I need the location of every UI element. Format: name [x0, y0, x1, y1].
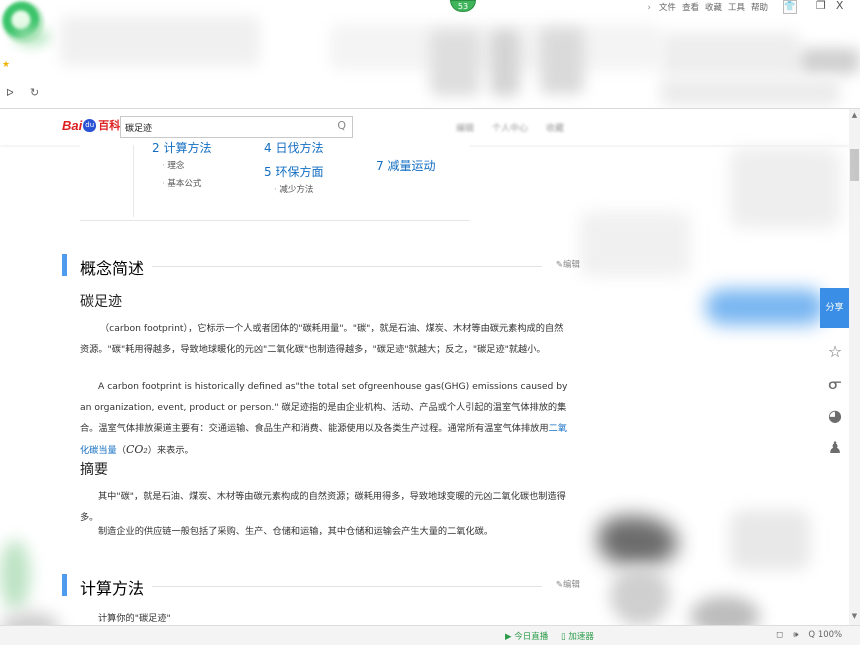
qq-icon[interactable]: ♟: [824, 437, 846, 459]
skin-icon[interactable]: 👕: [783, 0, 797, 14]
paragraph-concept-2-tail: ）来表示。: [147, 445, 194, 456]
table-of-contents: 2 计算方法 理念 基本公式 4 日伐方法 5 环保方面 减少方法 7 减量运动: [80, 141, 470, 221]
logo-text-bai: Bai: [62, 117, 83, 133]
baidu-baike-logo[interactable]: Bai du 百科: [62, 117, 120, 133]
close-button[interactable]: X: [836, 0, 844, 12]
header-tool-favorite[interactable]: 收藏: [546, 121, 564, 134]
toc-subitem-idea[interactable]: 理念: [162, 159, 184, 171]
logo-text-baike: 百科: [98, 119, 121, 132]
edit-link-concept[interactable]: ✎编辑: [556, 258, 580, 270]
search-icon[interactable]: Q: [337, 119, 346, 132]
blurred-toolbar-region: [800, 48, 860, 74]
header-tools: 编辑 个人中心 收藏: [456, 121, 564, 134]
favorites-star-icon[interactable]: ★: [2, 60, 10, 70]
window-icon[interactable]: ◻: [776, 630, 783, 640]
section-header-concept: 概念简述 ✎编辑: [62, 254, 580, 278]
toc-item-campaign[interactable]: 7 减量运动: [376, 157, 435, 174]
blurred-region: [0, 540, 30, 610]
top-menu-bar: › 文件 查看 收藏 工具 帮助: [648, 2, 768, 14]
search-input[interactable]: [125, 119, 325, 135]
notification-badge[interactable]: 53: [450, 0, 476, 12]
menu-favorites[interactable]: 收藏: [705, 2, 722, 14]
header-tool-user[interactable]: 个人中心: [492, 121, 528, 134]
browser-chrome: 53 › 文件 查看 收藏 工具 帮助 👕 ❐ X ★ ᐅ ↻: [0, 0, 860, 109]
status-live-news-label: 今日直播: [514, 632, 549, 642]
status-accelerator-label: 加速器: [568, 632, 594, 642]
section-title-concept: 概念简述: [80, 259, 145, 278]
paragraph-summary-2: 制造企业的供应链一般包括了采购、生产、仓储和运输，其中仓储和运输会产生大量的二氧…: [98, 526, 494, 537]
blurred-tab-region: [540, 28, 584, 94]
edit-label: 编辑: [562, 260, 580, 270]
paw-icon: du: [83, 118, 97, 132]
status-right-tools: ◻ 🕪 Q 100%: [776, 630, 842, 640]
browser-logo-glow: [14, 28, 50, 46]
blurred-address-region: [660, 78, 840, 106]
section-rule: [152, 266, 542, 267]
subtitle-carbon-footprint: 碳足迹: [80, 294, 122, 310]
share-glow: [705, 289, 825, 325]
paragraph-concept-2-text: A carbon footprint is historically defin…: [80, 381, 568, 434]
toc-item-calc[interactable]: 2 计算方法: [152, 139, 211, 156]
blurred-region: [610, 566, 670, 626]
scrollbar-thumb[interactable]: [850, 149, 859, 181]
paragraph-concept-1: （carbon footprint），它标示一个人或者团体的"碳耗用量"。"碳"…: [80, 323, 564, 355]
zoom-level[interactable]: Q 100%: [808, 630, 842, 640]
paragraph-concept-2: A carbon footprint is historically defin…: [80, 376, 572, 461]
star-icon[interactable]: ☆: [824, 341, 846, 363]
search-box: Q: [120, 116, 353, 138]
blurred-region: [730, 510, 810, 570]
co2-formula: CO₂: [125, 443, 148, 456]
blurred-toolbar-region: [660, 32, 800, 76]
toc-subitem-formula[interactable]: 基本公式: [162, 177, 201, 189]
volume-icon[interactable]: 🕪: [793, 630, 798, 640]
menu-tools[interactable]: 工具: [728, 2, 745, 14]
wechat-icon[interactable]: ◕: [824, 405, 846, 427]
blurred-tab-region: [430, 30, 480, 96]
blurred-region: [730, 148, 840, 228]
back-arrow-icon[interactable]: ᐅ: [6, 88, 14, 99]
blurred-toolbar-region: [60, 16, 260, 66]
toc-item-method[interactable]: 4 日伐方法: [264, 139, 323, 156]
refresh-icon[interactable]: ↻: [30, 86, 39, 99]
toc-item-environment[interactable]: 5 环保方面: [264, 163, 323, 180]
restore-button[interactable]: ❐: [816, 0, 826, 12]
blurred-region: [580, 212, 690, 276]
menu-caret-icon: ›: [647, 3, 651, 13]
status-accelerator[interactable]: ▯ 加速器: [561, 630, 594, 642]
status-live-news[interactable]: ▶ 今日直播: [505, 630, 548, 642]
menu-view[interactable]: 查看: [682, 2, 699, 14]
section-accent-bar: [62, 254, 67, 276]
toc-subitem-reduce[interactable]: 减少方法: [274, 183, 313, 195]
paren-open: （: [116, 445, 126, 456]
blurred-tab-region: [490, 30, 520, 96]
window-controls: ❐ X: [816, 0, 843, 12]
section-title-method: 计算方法: [80, 579, 145, 598]
baike-header: Bai du 百科 Q 编辑 个人中心 收藏: [0, 109, 849, 145]
menu-file[interactable]: 文件: [659, 2, 676, 14]
scroll-up-arrow-icon[interactable]: ▲: [849, 111, 860, 119]
section-rule: [152, 586, 542, 587]
section-accent-bar: [62, 574, 67, 596]
blurred-region: [598, 516, 678, 566]
edit-label: 编辑: [562, 580, 580, 590]
header-tool-edit[interactable]: 编辑: [456, 121, 474, 134]
menu-help[interactable]: 帮助: [751, 2, 768, 14]
subtitle-summary: 摘要: [80, 462, 108, 478]
toc-divider: [133, 145, 134, 217]
edit-link-method[interactable]: ✎编辑: [556, 578, 580, 590]
weibo-icon[interactable]: ᓂ: [824, 373, 846, 395]
status-bar: ▶ 今日直播 ▯ 加速器 ◻ 🕪 Q 100%: [0, 625, 860, 645]
share-button[interactable]: 分享: [820, 288, 849, 328]
scrollbar-track[interactable]: [849, 109, 860, 625]
section-header-method: 计算方法 ✎编辑: [62, 574, 580, 598]
scroll-down-arrow-icon[interactable]: ▼: [849, 612, 860, 620]
